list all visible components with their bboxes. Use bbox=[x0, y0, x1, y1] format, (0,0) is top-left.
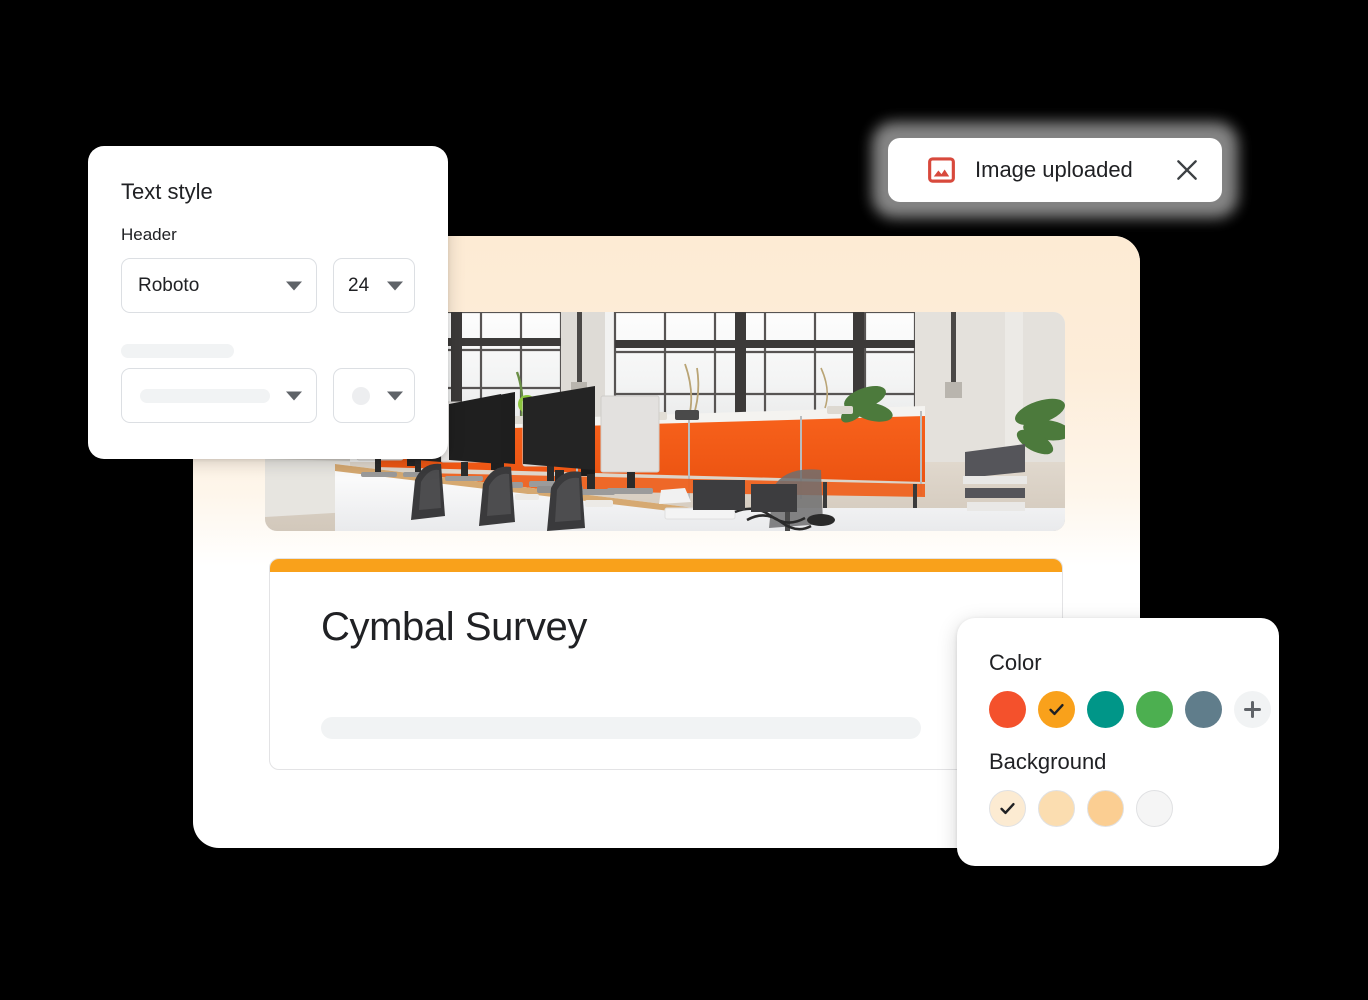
text-style-value-placeholder bbox=[140, 388, 270, 403]
background-swatch-peach[interactable] bbox=[1087, 790, 1124, 827]
image-icon bbox=[928, 157, 955, 183]
background-section-label: Background bbox=[989, 749, 1107, 774]
add-color-button[interactable] bbox=[1234, 691, 1271, 728]
check-icon bbox=[1000, 802, 1015, 815]
secondary-label-placeholder bbox=[121, 344, 234, 358]
check-icon bbox=[1049, 703, 1064, 716]
close-icon[interactable] bbox=[1174, 157, 1200, 183]
text-style-subtitle: Header bbox=[121, 225, 177, 244]
chevron-down-icon bbox=[286, 391, 302, 400]
survey-accent-bar bbox=[270, 559, 1062, 572]
color-panel: Color Background bbox=[957, 618, 1279, 866]
text-color-select[interactable] bbox=[333, 368, 415, 423]
font-family-value: Roboto bbox=[138, 274, 200, 296]
text-style-select[interactable] bbox=[121, 368, 317, 423]
color-section-label: Color bbox=[989, 650, 1042, 675]
text-color-swatch bbox=[352, 386, 370, 405]
background-swatch-light-peach[interactable] bbox=[1038, 790, 1075, 827]
color-swatch-red-orange[interactable] bbox=[989, 691, 1026, 728]
font-size-value: 24 bbox=[348, 274, 370, 296]
color-swatch-slate[interactable] bbox=[1185, 691, 1222, 728]
background-swatch-white[interactable] bbox=[1136, 790, 1173, 827]
text-style-title: Text style bbox=[121, 179, 213, 204]
toast-notification: Image uploaded bbox=[866, 116, 1244, 224]
toast-message: Image uploaded bbox=[975, 157, 1133, 182]
toast-body: Image uploaded bbox=[888, 138, 1222, 202]
color-swatch-green[interactable] bbox=[1136, 691, 1173, 728]
canvas: Cymbal Survey Text style Header Roboto 2… bbox=[0, 0, 1368, 1000]
survey-title: Cymbal Survey bbox=[321, 605, 587, 649]
survey-description-placeholder bbox=[321, 717, 921, 739]
color-swatch-orange[interactable] bbox=[1038, 691, 1075, 728]
color-swatch-teal[interactable] bbox=[1087, 691, 1124, 728]
text-style-panel: Text style Header Roboto 24 bbox=[88, 146, 448, 459]
chevron-down-icon bbox=[387, 391, 403, 400]
chevron-down-icon bbox=[387, 281, 403, 290]
background-swatch-row bbox=[989, 790, 1173, 827]
chevron-down-icon bbox=[286, 281, 302, 290]
font-family-select[interactable]: Roboto bbox=[121, 258, 317, 313]
background-swatch-cream[interactable] bbox=[989, 790, 1026, 827]
color-swatch-row bbox=[989, 691, 1271, 728]
plus-icon-vertical bbox=[1251, 701, 1254, 718]
font-size-select[interactable]: 24 bbox=[333, 258, 415, 313]
survey-preview-card[interactable]: Cymbal Survey bbox=[269, 558, 1063, 770]
